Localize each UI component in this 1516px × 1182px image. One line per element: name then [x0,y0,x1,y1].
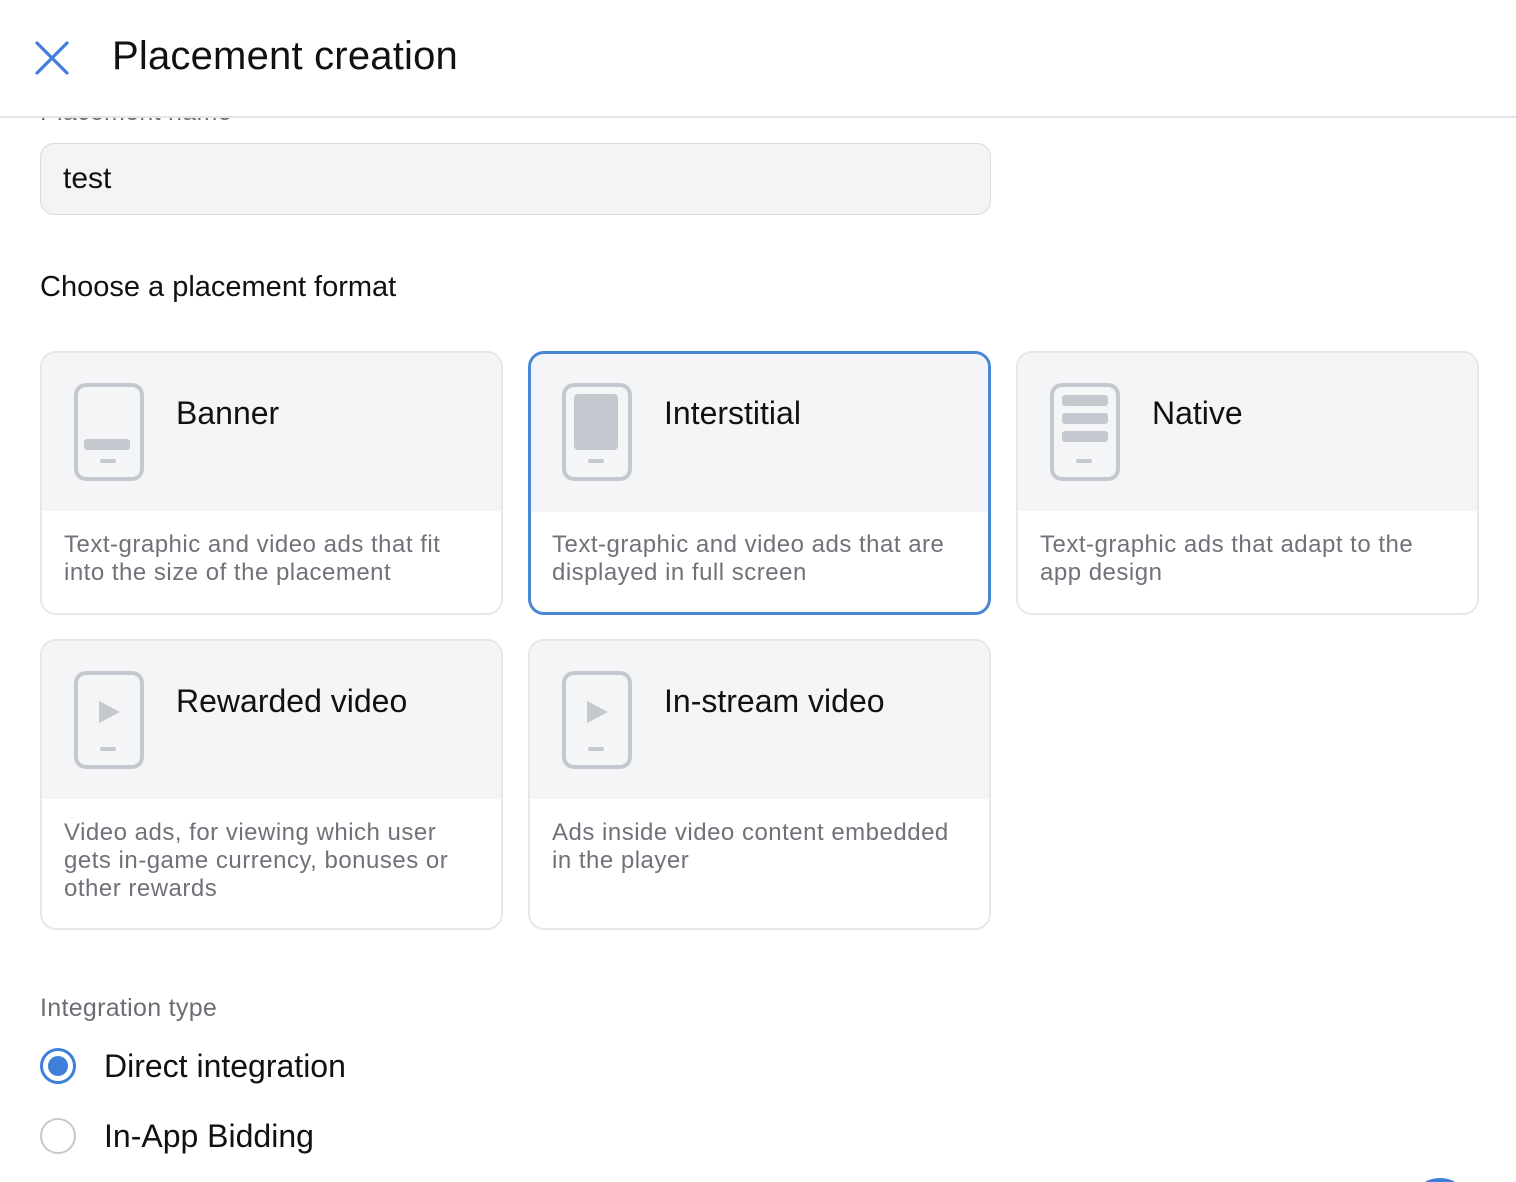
instream-video-phone-icon [562,671,632,769]
radio-button-unchecked[interactable] [40,1118,76,1154]
card-header: Native [1018,353,1477,511]
rewarded-video-phone-icon [74,671,144,769]
page-title: Placement creation [112,34,459,78]
format-card-interstitial[interactable]: Interstitial Text-graphic and video ads … [528,351,991,615]
close-button[interactable] [30,36,74,80]
card-description: Text-graphic and video ads that are disp… [552,531,945,586]
header: Placement creation [0,0,1516,118]
placement-name-input[interactable] [40,143,991,215]
card-title: Native [1152,395,1243,431]
integration-type-label: Integration type [40,994,218,1022]
card-header: Interstitial [531,354,988,512]
card-title: Banner [176,395,280,431]
radio-in-app-bidding[interactable]: In-App Bidding [40,1116,314,1156]
required-mark: * [238,118,246,125]
card-description: Ads inside video content embedded in the… [552,819,949,874]
native-phone-icon [1050,383,1120,481]
card-header: Rewarded video [42,641,501,799]
close-icon [35,41,69,75]
card-title: Interstitial [664,395,801,431]
interstitial-phone-icon [562,383,632,481]
placement-name-label: Placement name * [40,118,246,127]
card-header: Banner [42,353,501,511]
card-title: In-stream video [664,683,885,719]
format-section-title: Choose a placement format [40,271,397,303]
radio-label: In-App Bidding [104,1117,314,1154]
placement-name-label-text: Placement name [40,118,232,126]
radio-direct-integration[interactable]: Direct integration [40,1046,346,1086]
card-header: In-stream video [530,641,989,799]
format-card-banner[interactable]: Banner Text-graphic and video ads that f… [40,351,503,615]
banner-phone-icon [74,383,144,481]
radio-label: Direct integration [104,1047,346,1084]
card-description: Video ads, for viewing which user gets i… [64,819,449,902]
radio-button-checked[interactable] [40,1048,76,1084]
card-description: Text-graphic ads that adapt to the app d… [1040,531,1414,586]
format-card-native[interactable]: Native Text-graphic ads that adapt to th… [1016,351,1479,615]
card-title: Rewarded video [176,683,408,719]
format-card-rewarded-video[interactable]: Rewarded video Video ads, for viewing wh… [40,639,503,930]
partial-round-element [1410,1178,1470,1182]
form-content: Placement name * Choose a placement forma… [0,118,1516,1182]
format-card-instream-video[interactable]: In-stream video Ads inside video content… [528,639,991,930]
card-description: Text-graphic and video ads that fit into… [64,531,441,586]
